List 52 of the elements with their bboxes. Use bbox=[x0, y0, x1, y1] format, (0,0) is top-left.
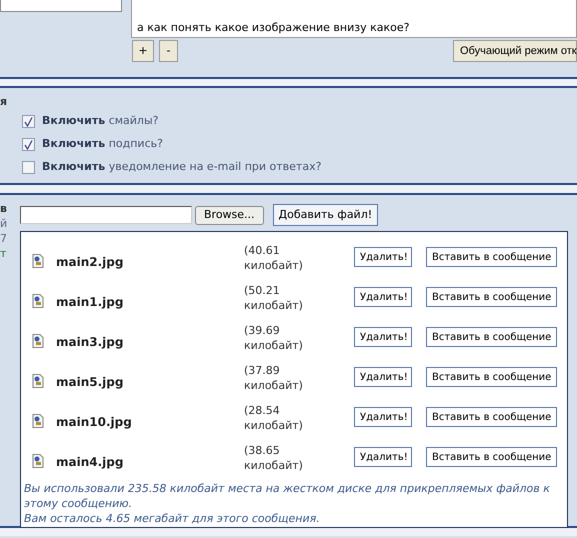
delete-button[interactable]: Удалить! bbox=[354, 447, 412, 467]
delete-button[interactable]: Удалить! bbox=[354, 287, 412, 307]
section-heading: я bbox=[0, 94, 8, 110]
insert-button[interactable]: Вставить в сообщение bbox=[426, 407, 557, 427]
browse-button[interactable]: Browse... bbox=[195, 206, 264, 224]
file-size: (37.89 килобайт) bbox=[244, 363, 304, 393]
delete-button[interactable]: Удалить! bbox=[354, 247, 412, 267]
checkbox[interactable] bbox=[22, 115, 35, 128]
insert-button[interactable]: Вставить в сообщение bbox=[426, 327, 557, 347]
text-field[interactable] bbox=[0, 0, 122, 12]
file-name: main10.jpg bbox=[56, 414, 132, 431]
image-file-icon bbox=[32, 294, 44, 308]
checkbox-label: Включить смайлы? bbox=[42, 113, 158, 130]
zoom-out-button[interactable]: - bbox=[159, 40, 178, 62]
remaining-note: Вам осталось 4.65 мегабайт для этого сообщения. bbox=[23, 511, 321, 526]
file-path-field[interactable] bbox=[20, 206, 192, 224]
checkbox[interactable] bbox=[22, 161, 35, 174]
file-size: (40.61 килобайт) bbox=[244, 243, 304, 273]
insert-button[interactable]: Вставить в сообщение bbox=[426, 287, 557, 307]
insert-button[interactable]: Вставить в сообщение bbox=[426, 247, 557, 267]
checkbox-label: Включить подпись? bbox=[42, 136, 163, 152]
file-size: (39.69 килобайт) bbox=[244, 323, 304, 353]
file-name: main4.jpg bbox=[56, 454, 124, 471]
file-size: (28.54 килобайт) bbox=[244, 403, 304, 433]
usage-note: Вы использовали 235.58 килобайт места на жестком диске для прикрепляемых файлов к этому сообщению. bbox=[23, 481, 551, 511]
image-file-icon bbox=[32, 374, 44, 388]
mode-button[interactable]: Обучающий режим отк bbox=[453, 40, 577, 62]
image-file-icon bbox=[32, 454, 44, 468]
file-size: (50.21 килобайт) bbox=[244, 283, 304, 313]
add-file-button[interactable]: Добавить файл! bbox=[272, 204, 378, 226]
side-label: й bbox=[0, 216, 8, 231]
image-file-icon bbox=[32, 334, 44, 348]
image-file-icon bbox=[32, 254, 44, 268]
delete-button[interactable]: Удалить! bbox=[354, 407, 412, 427]
insert-button[interactable]: Вставить в сообщение bbox=[426, 447, 557, 467]
file-name: main5.jpg bbox=[56, 374, 124, 391]
image-file-icon bbox=[32, 414, 44, 428]
delete-button[interactable]: Удалить! bbox=[354, 327, 412, 347]
side-label: т bbox=[0, 246, 6, 261]
file-name: main3.jpg bbox=[56, 334, 124, 351]
file-size: (38.65 килобайт) bbox=[244, 443, 304, 473]
file-name: main1.jpg bbox=[56, 294, 124, 311]
checkbox-label: Включить уведомление на e-mail при ответах? bbox=[42, 159, 322, 176]
insert-button[interactable]: Вставить в сообщение bbox=[426, 367, 557, 387]
message-text: а как понять какое изображение внизу какое? bbox=[137, 21, 410, 34]
checkbox[interactable] bbox=[22, 138, 35, 151]
delete-button[interactable]: Удалить! bbox=[354, 367, 412, 387]
zoom-in-button[interactable]: + bbox=[132, 40, 154, 62]
file-name: main2.jpg bbox=[56, 254, 124, 271]
message-textarea[interactable]: а как понять какое изображение внизу какое? bbox=[131, 0, 577, 38]
side-label: 7 bbox=[0, 231, 7, 246]
side-label: в bbox=[0, 201, 7, 216]
